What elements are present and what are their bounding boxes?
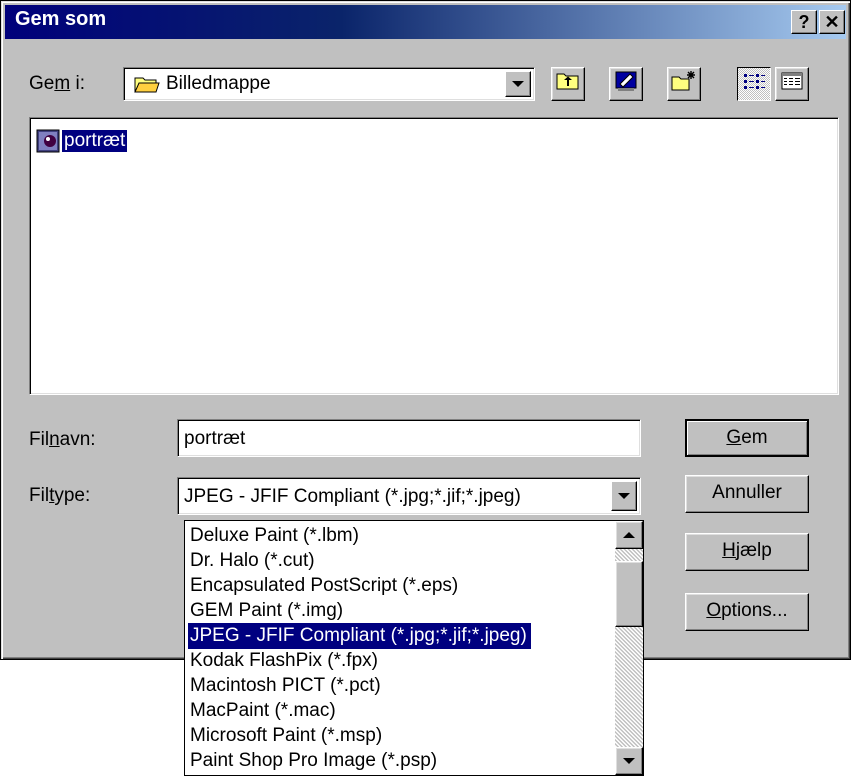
filetype-option[interactable]: Macintosh PICT (*.pct) [188,673,385,699]
list-view-icon [742,71,766,97]
chevron-up-icon [623,532,635,538]
filetype-option[interactable]: MacPaint (*.mac) [188,698,340,724]
desktop-button[interactable] [609,67,643,101]
window-title: Gem som [15,8,107,30]
scroll-thumb[interactable] [615,561,643,627]
details-view-icon [780,71,804,97]
filetype-value: JPEG - JFIF Compliant (*.jpg;*.jif;*.jpe… [184,486,521,507]
help-title-button[interactable]: ? [791,10,817,34]
filetype-label: Filtype: [29,485,91,506]
options-button[interactable]: Options... [685,593,809,631]
help-button[interactable]: Hjælp [685,533,809,571]
filetype-option[interactable]: Paint Shop Pro Image (*.psp) [188,748,441,774]
save-in-value: Billedmappe [166,73,271,94]
chevron-down-icon [512,81,524,87]
filetype-option[interactable]: Dr. Halo (*.cut) [188,548,319,574]
save-in-label: Gem i: [29,73,85,94]
filetype-option[interactable]: GEM Paint (*.img) [188,598,347,624]
scrollbar[interactable] [615,521,643,775]
list-view-button[interactable] [737,67,771,101]
filetype-option[interactable]: JPEG - JFIF Compliant (*.jpg;*.jif;*.jpe… [187,622,532,650]
new-folder-button[interactable] [667,67,701,101]
filename-label: Filnavn: [29,429,96,450]
save-button[interactable]: Gem [685,419,809,457]
folder-icon [134,74,160,100]
title-bar[interactable]: Gem som ? ✕ [5,5,846,39]
new-folder-icon [671,70,697,98]
cancel-button[interactable]: Annuller [685,475,809,513]
image-file-icon [36,129,60,153]
close-button[interactable]: ✕ [819,10,845,34]
scroll-up-button[interactable] [615,521,643,549]
file-name: portræt [60,129,129,153]
filetype-option[interactable]: Deluxe Paint (*.lbm) [188,523,363,549]
filetype-option[interactable]: Encapsulated PostScript (*.eps) [188,573,462,599]
desktop-icon [614,70,638,98]
filename-value: portræt [184,428,246,449]
save-in-combobox[interactable]: Billedmappe [123,67,535,101]
filetype-option[interactable]: Kodak FlashPix (*.fpx) [188,648,382,674]
details-view-button[interactable] [775,67,809,101]
save-in-dropdown-button[interactable] [505,71,531,97]
filetype-dropdown-button[interactable] [611,481,637,511]
up-one-level-button[interactable] [551,67,585,101]
list-item[interactable]: portræt [36,128,129,154]
filetype-dropdown-list[interactable]: Deluxe Paint (*.lbm) Dr. Halo (*.cut) Enca… [184,520,644,776]
up-one-level-icon [556,71,580,97]
filetype-option[interactable]: Microsoft Paint (*.msp) [188,723,386,749]
chevron-down-icon [623,758,635,764]
file-list[interactable]: portræt [29,117,839,395]
chevron-down-icon [618,493,630,499]
filetype-combobox[interactable]: JPEG - JFIF Compliant (*.jpg;*.jif;*.jpe… [177,477,641,515]
filename-input[interactable]: portræt [177,419,641,457]
scroll-down-button[interactable] [615,747,643,775]
